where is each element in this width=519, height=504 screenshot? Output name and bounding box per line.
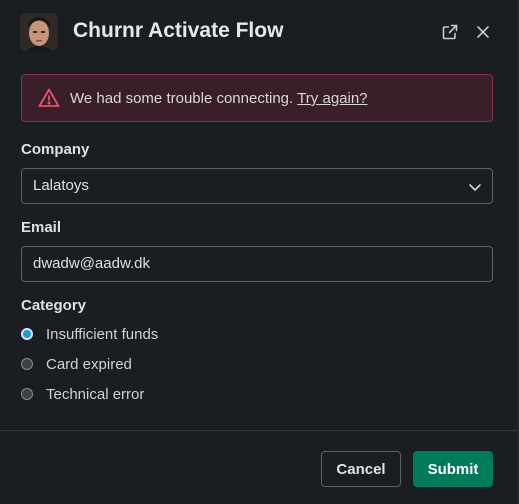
alert-message-text: We had some trouble connecting. (70, 90, 294, 107)
chevron-down-icon (469, 184, 481, 191)
email-field[interactable]: dwadw@aadw.dk (21, 246, 493, 282)
company-selected-value: Lalatoys (33, 177, 89, 194)
email-label: Email (21, 219, 62, 236)
category-label: Category (21, 297, 87, 314)
warning-triangle-icon (38, 88, 60, 107)
radio-card-expired[interactable]: Card expired (21, 354, 132, 374)
cancel-button[interactable]: Cancel (321, 451, 401, 487)
company-select[interactable]: Lalatoys (21, 168, 493, 204)
try-again-link[interactable]: Try again? (297, 90, 367, 107)
modal-title: Churnr Activate Flow (73, 19, 284, 42)
app-avatar (20, 13, 58, 51)
external-link-icon[interactable] (438, 20, 462, 44)
radio-label: Card expired (46, 355, 132, 373)
radio-label: Insufficient funds (46, 325, 159, 343)
alert-message: We had some trouble connecting. Try again… (70, 90, 368, 107)
close-icon[interactable] (471, 20, 495, 44)
modal-dialog: Churnr Activate Flow We had some trouble… (0, 0, 519, 504)
modal-header: Churnr Activate Flow (0, 0, 518, 62)
radio-technical-error[interactable]: Technical error (21, 384, 144, 404)
radio-button-checked[interactable] (21, 328, 33, 340)
footer-divider (0, 430, 518, 431)
radio-button[interactable] (21, 358, 33, 370)
radio-insufficient-funds[interactable]: Insufficient funds (21, 324, 158, 344)
email-value: dwadw@aadw.dk (33, 255, 150, 272)
radio-label: Technical error (46, 385, 145, 403)
company-label: Company (21, 141, 90, 158)
submit-button[interactable]: Submit (413, 451, 493, 487)
error-alert: We had some trouble connecting. Try again… (21, 74, 493, 122)
radio-button[interactable] (21, 388, 33, 400)
